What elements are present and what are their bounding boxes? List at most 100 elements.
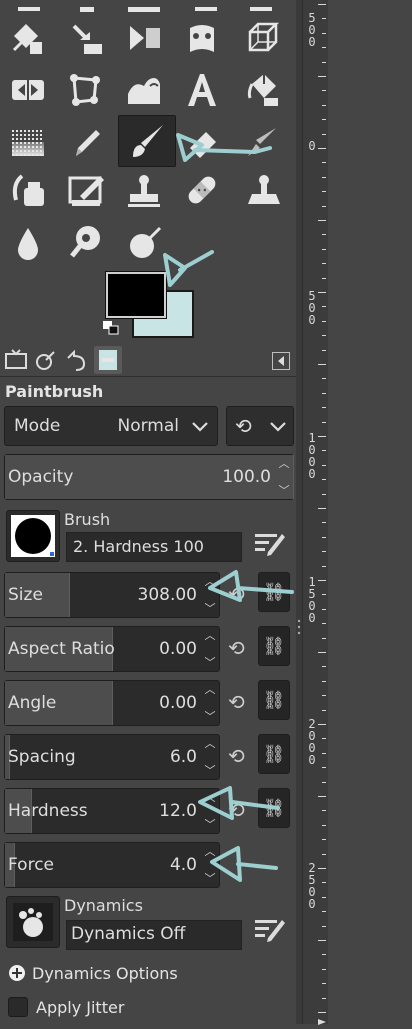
ruler-tick — [322, 277, 326, 279]
handle-transform-tool[interactable] — [64, 16, 108, 60]
pencil-tool[interactable] — [64, 120, 108, 164]
chevron-down-icon — [270, 422, 286, 432]
ruler-tick — [322, 32, 326, 34]
ruler-label: 1000 — [308, 431, 316, 481]
smudge-tool[interactable] — [6, 220, 50, 264]
wave-icon — [128, 78, 160, 104]
hardness-slider[interactable]: Hardness 12.0 ︿ ﹀ — [4, 788, 220, 834]
mode-select[interactable]: Mode Normal — [4, 406, 218, 446]
size-reset-icon[interactable]: ⟲ — [228, 582, 245, 606]
unified-transform-tool[interactable] — [6, 16, 50, 60]
angle-link-button[interactable]: ⛓ — [258, 680, 290, 720]
ink-tool[interactable] — [6, 168, 50, 212]
bucket-fill-tool[interactable] — [240, 68, 284, 112]
dynamics-options-expander[interactable]: Dynamics Options — [8, 962, 178, 984]
ruler-tick — [322, 450, 326, 452]
tab-tool-options[interactable] — [2, 346, 30, 374]
tab-undo-history[interactable] — [62, 346, 90, 374]
angle-spinner[interactable]: ︿ ﹀ — [203, 684, 217, 722]
ruler-tick — [322, 320, 326, 322]
opacity-value: 100.0 — [222, 467, 271, 487]
opacity-spinner[interactable]: ︿ ﹀ — [277, 458, 291, 496]
tab-images[interactable] — [94, 346, 122, 374]
clone-tool[interactable] — [122, 168, 166, 212]
hardness-link-button[interactable]: ⛓ — [258, 788, 290, 828]
size-link-button[interactable]: ⛓ — [258, 572, 290, 612]
bucket-icon — [247, 74, 278, 106]
pencil-icon — [76, 130, 100, 156]
angle-slider[interactable]: Angle 0.00 ︿ ﹀ — [4, 680, 220, 726]
warp-tool[interactable] — [180, 16, 224, 60]
dynamics-options-label: Dynamics Options — [32, 963, 178, 983]
perspective-tool[interactable] — [122, 16, 166, 60]
foreground-color-swatch[interactable] — [105, 271, 167, 319]
perspective-clone-tool[interactable] — [240, 168, 284, 212]
partial-tool-icons — [18, 7, 272, 12]
size-slider[interactable]: Size 308.00 ︿ ﹀ — [4, 572, 220, 618]
size-spinner[interactable]: ︿ ﹀ — [203, 576, 217, 614]
eraser-tool[interactable] — [180, 120, 224, 164]
cage-transform-tool[interactable] — [64, 68, 108, 112]
heal-tool[interactable] — [180, 168, 224, 212]
dodge-burn-tool[interactable] — [64, 220, 108, 264]
resize-grip[interactable] — [297, 618, 301, 636]
spacing-reset-icon[interactable]: ⟲ — [228, 744, 245, 768]
aspect-ratio-spinner[interactable]: ︿ ﹀ — [203, 630, 217, 668]
edit-brush-button[interactable] — [252, 524, 286, 558]
paintbrush-tool[interactable] — [118, 115, 176, 167]
dynamics-preview-button[interactable] — [6, 896, 60, 948]
ruler-tick — [318, 292, 326, 293]
ruler-tick — [322, 162, 326, 164]
swap-default-colors-icon[interactable] — [102, 320, 122, 338]
spacing-spinner[interactable]: ︿ ﹀ — [203, 738, 217, 776]
blur-sharpen-tool[interactable] — [122, 220, 166, 264]
apply-jitter-checkbox[interactable]: Apply Jitter — [8, 996, 124, 1018]
hardness-reset-icon[interactable]: ⟲ — [228, 798, 245, 822]
ruler-tick — [322, 738, 326, 740]
spacing-link-button[interactable]: ⛓ — [258, 734, 290, 774]
ruler-tick — [322, 752, 326, 754]
ruler-tick — [322, 839, 326, 841]
ruler-tick — [322, 47, 326, 49]
ruler-label: 0 — [308, 139, 316, 153]
text-tool[interactable] — [180, 68, 224, 112]
ruler-tick — [322, 997, 326, 999]
aspect-ratio-reset-icon[interactable]: ⟲ — [228, 636, 245, 660]
mode-label: Mode — [14, 416, 61, 436]
force-spinner[interactable]: ︿ ﹀ — [203, 846, 217, 884]
canvas-area[interactable] — [328, 0, 412, 1024]
ruler-tick — [318, 508, 326, 509]
brush-preview-button[interactable] — [6, 510, 60, 562]
3d-transform-tool[interactable] — [240, 16, 284, 60]
ruler-tick — [322, 392, 326, 394]
ruler-tick — [322, 853, 326, 855]
hardness-spinner[interactable]: ︿ ﹀ — [203, 792, 217, 830]
mode-reset-menu-button[interactable]: ⟲ — [226, 406, 294, 446]
spacing-slider[interactable]: Spacing 6.0 ︿ ﹀ — [4, 734, 220, 780]
mypaint-brush-tool[interactable] — [64, 168, 108, 212]
ruler-tick — [322, 968, 326, 970]
panel-menu-button[interactable] — [272, 352, 290, 370]
aspect-ratio-value: 0.00 — [159, 639, 197, 659]
angle-reset-icon[interactable]: ⟲ — [228, 690, 245, 714]
edit-dynamics-button[interactable] — [252, 910, 286, 944]
flip-tool[interactable] — [6, 68, 50, 112]
gradient-tool[interactable] — [6, 120, 50, 164]
opacity-slider[interactable]: Opacity 100.0 ︿ ﹀ — [4, 454, 294, 500]
ruler-tick — [318, 652, 326, 653]
chain-icon: ⛓ — [262, 797, 286, 819]
dock-tabs — [0, 344, 300, 377]
ruler-tick — [322, 608, 326, 610]
dodge-burn-icon — [70, 226, 100, 258]
cage-icon — [70, 74, 100, 106]
aspect-ratio-link-button[interactable]: ⛓ — [258, 626, 290, 666]
aspect-ratio-slider[interactable]: Aspect Ratio 0.00 ︿ ﹀ — [4, 626, 220, 672]
ruler-tick — [322, 896, 326, 898]
airbrush-tool[interactable] — [240, 120, 284, 164]
force-slider[interactable]: Force 4.0 ︿ ﹀ — [4, 842, 220, 888]
ruler-tick — [322, 983, 326, 985]
scroll-indicator — [318, 1010, 326, 1025]
tab-device-status[interactable] — [32, 346, 60, 374]
ruler-tick — [322, 493, 326, 495]
warp-transform-tool[interactable] — [122, 68, 166, 112]
